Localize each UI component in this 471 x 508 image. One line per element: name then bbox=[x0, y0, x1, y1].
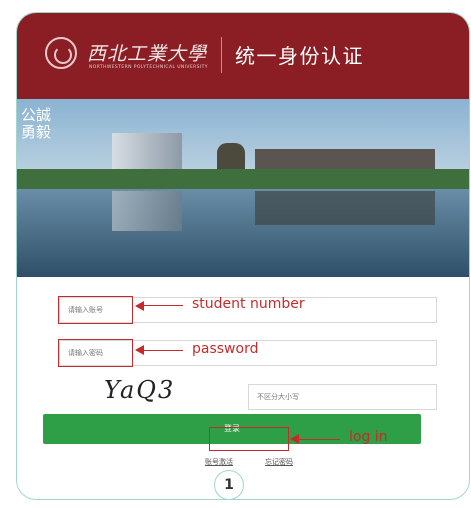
school-english-name: NORTHWESTERN POLYTECHNICAL UNIVERSITY bbox=[89, 65, 208, 70]
system-title: 统一身份认证 bbox=[235, 44, 364, 68]
portal-header: 西北工業大學 NORTHWESTERN POLYTECHNICAL UNIVER… bbox=[17, 13, 469, 99]
banner-trees bbox=[17, 169, 469, 191]
annotation-log-in: log in bbox=[349, 429, 388, 445]
header-divider bbox=[221, 37, 222, 73]
login-arrow-line bbox=[298, 439, 340, 440]
school-name: 西北工業大學 bbox=[87, 43, 208, 65]
password-arrow-line bbox=[143, 350, 183, 351]
university-logo-icon bbox=[45, 37, 77, 69]
figure-number-badge: 1 bbox=[214, 470, 244, 500]
password-highlight-box bbox=[58, 339, 133, 367]
login-highlight-box bbox=[209, 427, 289, 451]
campus-banner-image: 公誠勇毅 bbox=[17, 99, 469, 277]
captcha-image[interactable]: YaQ3 bbox=[104, 376, 175, 404]
banner-reflection-left bbox=[112, 191, 182, 231]
username-arrow-head bbox=[135, 301, 144, 311]
username-highlight-box bbox=[58, 296, 133, 324]
annotation-password: password bbox=[192, 341, 259, 357]
annotation-student-number: student number bbox=[192, 296, 305, 312]
username-arrow-line bbox=[143, 305, 183, 306]
captcha-input[interactable] bbox=[257, 385, 436, 409]
activate-account-link[interactable]: 账号激活 bbox=[205, 457, 233, 467]
captcha-field[interactable] bbox=[248, 384, 437, 410]
banner-reflection-right bbox=[255, 191, 435, 225]
banner-motto: 公誠勇毅 bbox=[21, 106, 52, 141]
forgot-password-link[interactable]: 忘记密码 bbox=[265, 457, 293, 467]
